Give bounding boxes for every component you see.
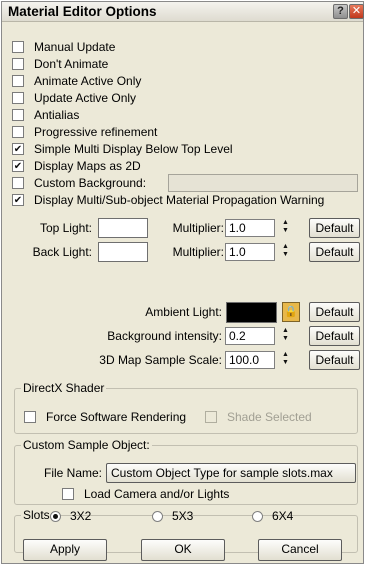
option-display-maps-2d[interactable]: Display Maps as 2D [12,158,141,174]
multiplier-label: Multiplier: [172,245,224,259]
checkbox[interactable] [12,41,24,53]
spinner-arrows-icon[interactable]: ▲ ▼ [280,351,291,369]
option-label: Progressive refinement [34,125,158,139]
option-label: Update Active Only [34,91,137,105]
custom-sample-object-title: Custom Sample Object: [21,438,152,452]
map-sample-scale-label: 3D Map Sample Scale: [99,353,222,367]
ok-button[interactable]: OK [141,539,225,561]
option-label: Animate Active Only [34,74,142,88]
checkbox[interactable] [12,177,24,189]
slots-title: Slots [21,508,52,522]
option-label: Display Maps as 2D [34,159,141,173]
option-progressive-refinement[interactable]: Progressive refinement [12,124,157,140]
option-label: Custom Background: [34,176,147,190]
back-light-color-swatch[interactable] [98,242,148,262]
checkbox[interactable] [12,58,24,70]
option-label: Don't Animate [34,57,109,71]
map-sample-scale-input[interactable]: 100.0 [225,351,275,369]
option-antialias[interactable]: Antialias [12,107,79,123]
back-multiplier-input[interactable]: 1.0 [225,243,275,261]
checkbox[interactable] [12,92,24,104]
multiplier-label: Multiplier: [172,221,224,235]
option-label: Load Camera and/or Lights [84,487,230,501]
radio-6x4-label: 6X4 [272,509,294,523]
radio-5x3-label: 5X3 [172,509,194,523]
map-sample-scale-default-button[interactable]: Default [309,350,360,370]
checkbox-checked[interactable] [12,194,24,206]
checkbox[interactable] [12,126,24,138]
background-intensity-label: Background intensity: [107,329,222,343]
radio-3x2[interactable] [50,511,61,522]
file-name-button[interactable]: Custom Object Type for sample slots.max [106,463,356,483]
spinner-arrows-icon[interactable]: ▲ ▼ [280,219,291,237]
cancel-button[interactable]: Cancel [258,539,342,561]
radio-6x4[interactable] [252,511,263,522]
option-manual-update[interactable]: Manual Update [12,39,115,55]
ambient-light-color-swatch[interactable] [226,302,277,323]
option-animate-active-only[interactable]: Animate Active Only [12,73,141,89]
background-intensity-input[interactable]: 0.2 [225,327,275,345]
radio-5x3[interactable] [152,511,163,522]
ambient-light-default-button[interactable]: Default [309,302,360,322]
file-name-label: File Name: [43,466,102,480]
option-custom-background[interactable]: Custom Background: [12,175,146,191]
option-label: Simple Multi Display Below Top Level [34,142,233,156]
checkbox[interactable] [12,75,24,87]
checkbox-checked[interactable] [12,143,24,155]
top-light-default-button[interactable]: Default [309,218,360,238]
option-label: Manual Update [34,40,116,54]
top-light-color-swatch[interactable] [98,218,148,238]
title-bar: Material Editor Options ? ✕ [2,2,364,22]
checkbox[interactable] [62,488,74,500]
radio-3x2-label: 3X2 [70,509,92,523]
option-simple-multi-display[interactable]: Simple Multi Display Below Top Level [12,141,233,157]
load-camera-lights-option[interactable]: Load Camera and/or Lights [62,486,229,502]
material-editor-options-dialog: Material Editor Options ? ✕ Manual Updat… [1,1,364,564]
option-update-active-only[interactable]: Update Active Only [12,90,136,106]
option-dont-animate[interactable]: Don't Animate [12,56,108,72]
checkbox[interactable] [24,411,36,423]
checkbox[interactable] [12,109,24,121]
custom-background-button[interactable] [168,174,358,192]
force-software-rendering-option[interactable]: Force Software Rendering [24,409,186,425]
apply-button[interactable]: Apply [23,539,107,561]
shade-selected-option: Shade Selected [205,409,312,425]
background-intensity-default-button[interactable]: Default [309,326,360,346]
checkbox-disabled [205,411,217,423]
spinner-arrows-icon[interactable]: ▲ ▼ [280,243,291,261]
checkbox-checked[interactable] [12,160,24,172]
close-icon[interactable]: ✕ [349,4,364,19]
spinner-arrows-icon[interactable]: ▲ ▼ [280,327,291,345]
option-label: Antialias [34,108,80,122]
top-light-label: Top Light: [39,221,92,235]
option-label: Force Software Rendering [46,410,187,424]
option-propagation-warning[interactable]: Display Multi/Sub-object Material Propag… [12,192,324,208]
lock-icon[interactable]: 🔒 [282,302,300,322]
top-multiplier-input[interactable]: 1.0 [225,219,275,237]
option-label: Display Multi/Sub-object Material Propag… [34,193,325,207]
back-light-label: Back Light: [32,245,92,259]
help-icon[interactable]: ? [333,4,348,19]
option-label: Shade Selected [227,410,312,424]
ambient-light-label: Ambient Light: [145,305,222,319]
directx-shader-title: DirectX Shader [21,381,107,395]
dialog-title: Material Editor Options [8,4,157,19]
back-light-default-button[interactable]: Default [309,242,360,262]
